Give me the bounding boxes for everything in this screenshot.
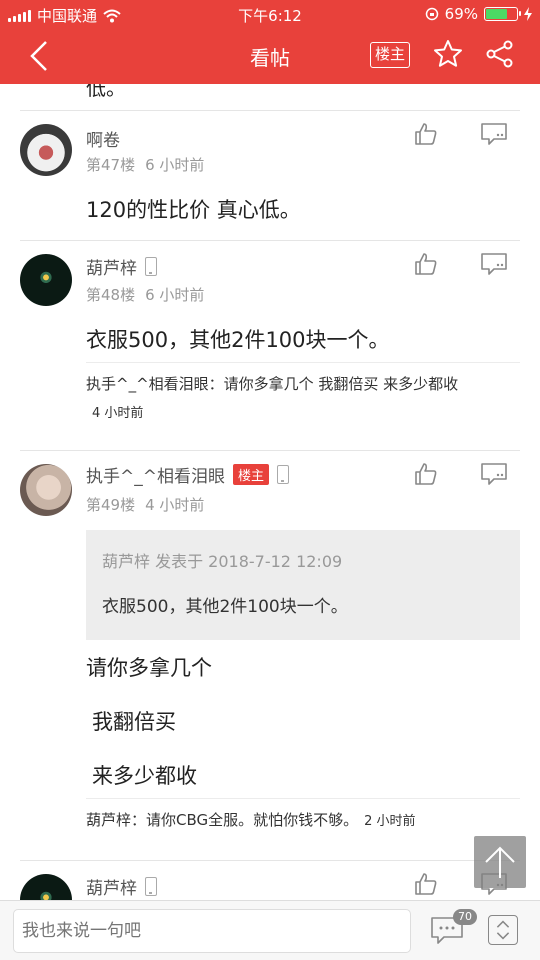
share-icon[interactable]	[484, 38, 516, 70]
thumbs-up-icon[interactable]	[414, 462, 438, 486]
floor-number: 第49楼	[86, 496, 136, 514]
bottom-bar: 70	[0, 900, 540, 960]
battery-icon	[484, 7, 521, 21]
scroll-to-top-button[interactable]	[474, 836, 526, 888]
comment-count-badge: 70	[453, 909, 477, 925]
thumbs-up-icon[interactable]	[414, 252, 438, 276]
avatar[interactable]	[20, 464, 72, 516]
battery-percent: 69%	[444, 5, 478, 23]
mobile-icon	[145, 257, 157, 276]
sub-reply-text: 葫芦梓：请你CBG全服。就怕你钱不够。	[86, 811, 359, 829]
op-badge: 楼主	[233, 464, 270, 485]
sub-reply-time: 4 小时前	[92, 406, 144, 421]
sub-reply-text: 执手^_^相看泪眼：请你多拿几个 我翻倍买 来多少都收	[86, 375, 459, 393]
username[interactable]: 葫芦梓	[86, 874, 137, 899]
post-body-line: 来多少都收	[92, 764, 197, 788]
post-body: 120的性比价 真心低。	[86, 198, 301, 222]
rotation-lock-icon	[425, 7, 438, 21]
floor-number: 第47楼	[86, 156, 136, 174]
username[interactable]: 执手^_^相看泪眼	[86, 462, 225, 487]
post-body-line: 请你多拿几个	[86, 656, 212, 680]
avatar[interactable]	[20, 254, 72, 306]
page-up-down-icon[interactable]	[488, 915, 518, 945]
nav-bar: 看帖 楼主	[0, 28, 540, 84]
comment-input[interactable]	[13, 909, 411, 953]
charging-icon	[524, 7, 532, 21]
username[interactable]: 葫芦梓	[86, 254, 137, 279]
quoted-post[interactable]: 葫芦梓 发表于 2018-7-12 12:09 衣服500，其他2件100块一个…	[86, 530, 520, 640]
divider	[20, 240, 520, 241]
avatar[interactable]	[20, 874, 72, 900]
post-body-line: 我翻倍买	[92, 710, 176, 734]
thumbs-up-icon[interactable]	[414, 122, 438, 146]
status-bar: 中国联通 下午6:12 69%	[0, 0, 540, 28]
sub-reply[interactable]: 执手^_^相看泪眼：请你多拿几个 我翻倍买 来多少都收 4 小时前	[86, 362, 520, 434]
mobile-icon	[145, 877, 157, 896]
avatar[interactable]	[20, 124, 72, 176]
previous-post-tail: 低。	[86, 84, 126, 100]
divider	[20, 110, 520, 111]
reply-icon[interactable]	[480, 462, 508, 486]
thumbs-up-icon[interactable]	[414, 872, 438, 896]
post-time: 6 小时前	[145, 156, 205, 174]
star-icon[interactable]	[432, 38, 464, 70]
post-body: 衣服500，其他2件100块一个。	[86, 328, 390, 352]
thread-content[interactable]: 低。 啊卷 第47楼 6 小时前 120的性比价 真心低。 葫芦梓 第48楼 6 小…	[0, 84, 540, 900]
divider	[20, 860, 520, 861]
post-time: 6 小时前	[145, 286, 205, 304]
sub-reply[interactable]: 葫芦梓：请你CBG全服。就怕你钱不够。 2 小时前	[86, 798, 520, 844]
sub-reply-time: 2 小时前	[364, 814, 416, 829]
quote-body: 衣服500，其他2件100块一个。	[102, 597, 348, 617]
reply-icon[interactable]	[480, 252, 508, 276]
floor-number: 第48楼	[86, 286, 136, 304]
divider	[20, 450, 520, 451]
post-time: 4 小时前	[145, 496, 205, 514]
only-op-button[interactable]: 楼主	[370, 42, 410, 68]
reply-icon[interactable]	[480, 122, 508, 146]
quote-header: 葫芦梓 发表于 2018-7-12 12:09	[102, 552, 343, 571]
top-bar: 中国联通 下午6:12 69% 看帖 楼主	[0, 0, 540, 84]
username[interactable]: 啊卷	[86, 126, 120, 151]
mobile-icon	[277, 465, 290, 484]
